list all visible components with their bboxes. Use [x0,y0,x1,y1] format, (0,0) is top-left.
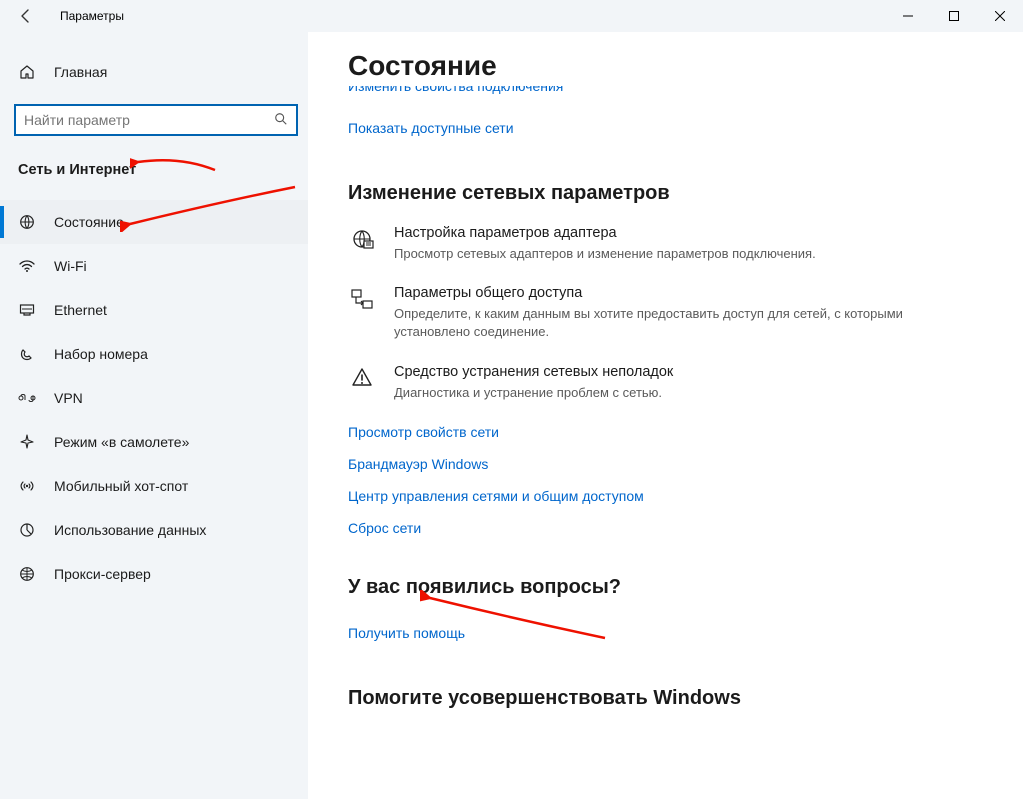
minimize-button[interactable] [885,0,931,32]
sidebar-item-label: VPN [54,390,83,406]
sidebar-item-data[interactable]: Использование данных [0,508,308,552]
data-icon [18,521,36,539]
airplane-icon [18,433,36,451]
hotspot-icon [18,477,36,495]
sidebar-item-globe[interactable]: Состояние [0,200,308,244]
wifi-icon [18,257,36,275]
search-box[interactable] [14,104,298,136]
setting-title: Настройка параметров адаптера [394,225,816,241]
show-available-networks-link[interactable]: Показать доступные сети [348,120,514,136]
adapter-icon [348,225,376,263]
home-icon [18,63,36,81]
sidebar-item-hotspot[interactable]: Мобильный хот-спот [0,464,308,508]
windows-firewall-link[interactable]: Брандмауэр Windows [348,456,1023,472]
setting-troubleshoot[interactable]: Средство устранения сетевых неполадок Диа… [348,364,908,402]
troubleshoot-icon [348,364,376,402]
setting-desc: Определите, к каким данным вы хотите пре… [394,305,908,341]
sidebar-item-label: Использование данных [54,522,206,538]
sidebar: Главная Сеть и Интернет Состояние Wi-Fi Et… [0,32,308,799]
title-bar: Параметры [0,0,1023,32]
sidebar-item-airplane[interactable]: Режим «в самолете» [0,420,308,464]
network-links-block: Просмотр свойств сети Брандмауэр Windows Ц… [348,424,1023,536]
change-network-settings-heading: Изменение сетевых параметров [348,182,1023,205]
setting-adapter[interactable]: Настройка параметров адаптера Просмотр се… [348,225,908,263]
view-network-properties-link[interactable]: Просмотр свойств сети [348,424,1023,440]
sidebar-home[interactable]: Главная [0,52,308,92]
sidebar-item-label: Ethernet [54,302,107,318]
network-sharing-center-link[interactable]: Центр управления сетями и общим доступом [348,488,1023,504]
get-help-link[interactable]: Получить помощь [348,625,465,641]
sidebar-nav: Состояние Wi-Fi Ethernet Набор номера VPN Реж… [0,188,308,596]
setting-sharing[interactable]: Параметры общего доступа Определите, к ка… [348,285,908,341]
ethernet-icon [18,301,36,319]
questions-heading: У вас появились вопросы? [348,576,1023,599]
sidebar-item-label: Состояние [54,214,124,230]
sharing-icon [348,285,376,341]
window-controls [885,0,1023,32]
network-settings-list: Настройка параметров адаптера Просмотр се… [348,225,1023,402]
search-icon [274,112,288,129]
maximize-button[interactable] [931,0,977,32]
content-pane: Состояние Изменить свойства подключения … [308,32,1023,799]
page-title: Состояние [348,50,1023,82]
sidebar-section-label: Сеть и Интернет [0,144,308,188]
sidebar-item-proxy[interactable]: Прокси-сервер [0,552,308,596]
setting-title: Средство устранения сетевых неполадок [394,364,673,380]
sidebar-item-label: Режим «в самолете» [54,434,189,450]
feedback-heading: Помогите усовершенствовать Windows [348,687,1023,710]
sidebar-item-label: Мобильный хот-спот [54,478,188,494]
clipped-previous-link: Изменить свойства подключения [348,86,1023,96]
change-connection-properties-link[interactable]: Изменить свойства подключения [348,86,563,94]
sidebar-item-label: Прокси-сервер [54,566,151,582]
setting-title: Параметры общего доступа [394,285,908,301]
search-input[interactable] [24,112,274,128]
sidebar-item-dialup[interactable]: Набор номера [0,332,308,376]
back-button[interactable] [10,0,42,32]
sidebar-item-vpn[interactable]: VPN [0,376,308,420]
sidebar-item-ethernet[interactable]: Ethernet [0,288,308,332]
vpn-icon [18,389,36,407]
close-button[interactable] [977,0,1023,32]
dialup-icon [18,345,36,363]
sidebar-item-label: Набор номера [54,346,148,362]
sidebar-item-label: Wi-Fi [54,258,87,274]
network-reset-link[interactable]: Сброс сети [348,520,1023,536]
sidebar-home-label: Главная [54,64,107,80]
setting-desc: Просмотр сетевых адаптеров и изменение п… [394,245,816,263]
window-title: Параметры [60,9,124,23]
setting-desc: Диагностика и устранение проблем с сетью… [394,384,673,402]
sidebar-item-wifi[interactable]: Wi-Fi [0,244,308,288]
proxy-icon [18,565,36,583]
globe-icon [18,213,36,231]
